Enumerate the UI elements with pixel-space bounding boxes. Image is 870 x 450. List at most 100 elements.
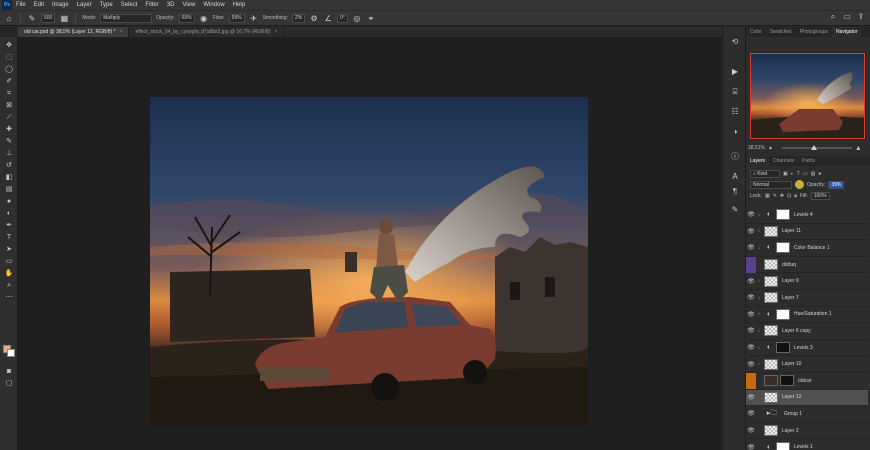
layer-row[interactable]: oldcar bbox=[746, 372, 868, 390]
zoom-in-icon[interactable]: ▲ bbox=[855, 145, 862, 152]
layer-thumbnail[interactable] bbox=[764, 225, 778, 237]
layer-name[interactable]: Hue/Saturation 1 bbox=[794, 311, 832, 317]
layer-thumbnail[interactable] bbox=[764, 325, 778, 337]
pressure-opacity-icon[interactable]: ◉ bbox=[199, 13, 209, 23]
libraries-icon[interactable]: ⌸ bbox=[729, 87, 741, 97]
character-icon[interactable]: A bbox=[729, 172, 741, 182]
layer-mask-thumbnail[interactable] bbox=[776, 308, 790, 320]
quick-select-tool-icon[interactable]: ✐ bbox=[4, 77, 14, 86]
layer-thumbnail[interactable] bbox=[764, 425, 778, 437]
tab-photogroups[interactable]: Photogroups bbox=[796, 27, 832, 37]
workspace-icon[interactable]: ▭ bbox=[842, 12, 852, 22]
eraser-tool-icon[interactable]: ◧ bbox=[4, 173, 14, 182]
actions-icon[interactable]: ▶ bbox=[729, 67, 741, 77]
tab-navigator[interactable]: Navigator bbox=[832, 27, 862, 37]
airbrush-icon[interactable]: ✈ bbox=[249, 13, 259, 23]
brush-size-field[interactable]: 500 bbox=[41, 13, 56, 23]
menu-view[interactable]: View bbox=[178, 0, 199, 10]
menu-file[interactable]: File bbox=[12, 0, 30, 10]
visibility-eye-icon[interactable]: 👁︎ bbox=[746, 361, 756, 368]
hand-tool-icon[interactable]: ✋ bbox=[4, 269, 14, 278]
properties-icon[interactable]: ☷ bbox=[729, 107, 741, 117]
zoom-out-icon[interactable]: ▲ bbox=[768, 145, 773, 151]
visibility-eye-icon[interactable]: 👁︎ bbox=[746, 211, 756, 218]
layer-mask-thumbnail[interactable] bbox=[776, 342, 790, 354]
rectangle-tool-icon[interactable]: ▭ bbox=[4, 257, 14, 266]
lasso-tool-icon[interactable]: ◯ bbox=[4, 65, 14, 74]
layer-thumbnail[interactable] bbox=[764, 375, 778, 387]
layer-row[interactable]: 👁︎ ▸🗀︎ Group 1 bbox=[746, 406, 868, 423]
layer-name[interactable]: Layer 11 bbox=[782, 228, 801, 234]
layer-name[interactable]: Layer 9 bbox=[782, 278, 799, 284]
lock-transparent-icon[interactable]: ▦ bbox=[765, 193, 770, 199]
adjustment-layer-icon[interactable]: ◐ bbox=[764, 442, 774, 450]
layer-opacity-field[interactable]: 39% bbox=[828, 180, 845, 189]
info-icon[interactable]: ⓘ bbox=[729, 152, 741, 162]
layer-row[interactable]: 👁︎ ↓ Layer 11 bbox=[746, 223, 868, 241]
background-color-swatch[interactable] bbox=[7, 349, 15, 357]
menu-filter[interactable]: Filter bbox=[141, 0, 162, 10]
layer-mask-thumbnail[interactable] bbox=[776, 209, 790, 221]
visibility-eye-icon[interactable]: 👁︎ bbox=[746, 427, 756, 434]
layer-name[interactable]: Group 1 bbox=[784, 411, 802, 417]
tab-color[interactable]: Color bbox=[746, 27, 766, 37]
flow-field[interactable]: 59% bbox=[228, 13, 245, 23]
symmetry-icon[interactable]: ⚭ bbox=[366, 13, 376, 23]
blur-tool-icon[interactable]: ● bbox=[4, 197, 14, 206]
visibility-eye-icon[interactable]: 👁︎ bbox=[746, 444, 756, 450]
filter-adjustment-icon[interactable]: ◐ bbox=[791, 171, 794, 177]
adjustment-layer-icon[interactable]: ◐ bbox=[764, 309, 774, 320]
brush-tool-icon[interactable]: ✎ bbox=[4, 137, 14, 146]
smoothing-options-icon[interactable]: ⚙ bbox=[309, 13, 319, 23]
layer-row[interactable]: 👁︎ Layer 12 bbox=[746, 389, 868, 407]
move-tool-icon[interactable]: ✥ bbox=[4, 41, 14, 50]
menu-3d[interactable]: 3D bbox=[163, 0, 179, 10]
layer-name[interactable]: oldcar bbox=[798, 378, 812, 384]
blend-mode-select[interactable]: Normal bbox=[750, 180, 792, 189]
paragraph-icon[interactable]: ¶ bbox=[729, 187, 741, 197]
stamp-tool-icon[interactable]: ⊥ bbox=[4, 149, 14, 158]
type-tool-icon[interactable]: T bbox=[4, 233, 14, 242]
menu-layer[interactable]: Layer bbox=[73, 0, 96, 10]
layer-row[interactable]: 👁︎ ↓ Layer 9 bbox=[746, 273, 868, 290]
dodge-tool-icon[interactable]: ◐ bbox=[4, 209, 14, 218]
frame-tool-icon[interactable]: ⊠ bbox=[4, 101, 14, 110]
visibility-eye-icon[interactable]: 👁︎ bbox=[746, 294, 756, 301]
angle-field[interactable]: 0° bbox=[337, 13, 348, 23]
menu-help[interactable]: Help bbox=[229, 0, 249, 10]
visibility-eye-icon[interactable]: 👁︎ bbox=[746, 410, 756, 417]
menu-edit[interactable]: Edit bbox=[30, 0, 48, 10]
layer-name[interactable]: Layer 12 bbox=[782, 394, 801, 400]
zoom-value[interactable]: 38,51% bbox=[748, 145, 765, 151]
filter-smart-icon[interactable]: ▤ bbox=[811, 171, 816, 177]
layer-name[interactable]: Levels 4 bbox=[794, 212, 813, 218]
healing-tool-icon[interactable]: ✚ bbox=[4, 125, 14, 134]
menu-image[interactable]: Image bbox=[48, 0, 73, 10]
lock-all-icon[interactable]: 🔒︎ bbox=[794, 193, 797, 199]
document-canvas[interactable] bbox=[150, 97, 588, 425]
layer-row[interactable]: 👁︎ ↓ ◐ Levels 3 bbox=[746, 339, 868, 357]
layer-thumbnail[interactable] bbox=[764, 292, 778, 304]
menu-window[interactable]: Window bbox=[199, 0, 228, 10]
eyedropper-tool-icon[interactable]: ⟋ bbox=[4, 113, 14, 122]
history-icon[interactable]: ⟲ bbox=[729, 37, 741, 47]
visibility-eye-icon[interactable]: 👁︎ bbox=[746, 344, 756, 351]
more-tools-icon[interactable]: ⋯ bbox=[4, 293, 14, 302]
layer-name[interactable]: Layer 10 bbox=[782, 361, 801, 367]
layer-mask-thumbnail[interactable] bbox=[776, 441, 790, 450]
menu-select[interactable]: Select bbox=[117, 0, 142, 10]
visibility-eye-icon[interactable]: 👁︎ bbox=[746, 228, 756, 235]
tab-paths[interactable]: Paths bbox=[798, 156, 819, 166]
filter-shape-icon[interactable]: ▭ bbox=[803, 171, 808, 177]
layer-name[interactable]: Levels 1 bbox=[794, 444, 813, 450]
filter-pixel-icon[interactable]: ▣ bbox=[783, 171, 788, 177]
layer-row[interactable]: 👁︎ Layer 2 bbox=[746, 422, 868, 440]
gradient-tool-icon[interactable]: ▤ bbox=[4, 185, 14, 194]
filter-toggle-icon[interactable]: ● bbox=[818, 171, 821, 177]
tab-effect-stock[interactable]: effect_stock_04_by_cyoogfa_d7a8lzt2.jpg … bbox=[129, 27, 285, 37]
tab-channels[interactable]: Channels bbox=[769, 156, 798, 166]
adjustments-icon[interactable]: ◑ bbox=[729, 127, 741, 137]
layer-name[interactable]: Layer 2 bbox=[782, 428, 799, 434]
visibility-eye-icon[interactable]: 👁︎ bbox=[746, 327, 756, 334]
canvas-area[interactable] bbox=[18, 37, 722, 450]
